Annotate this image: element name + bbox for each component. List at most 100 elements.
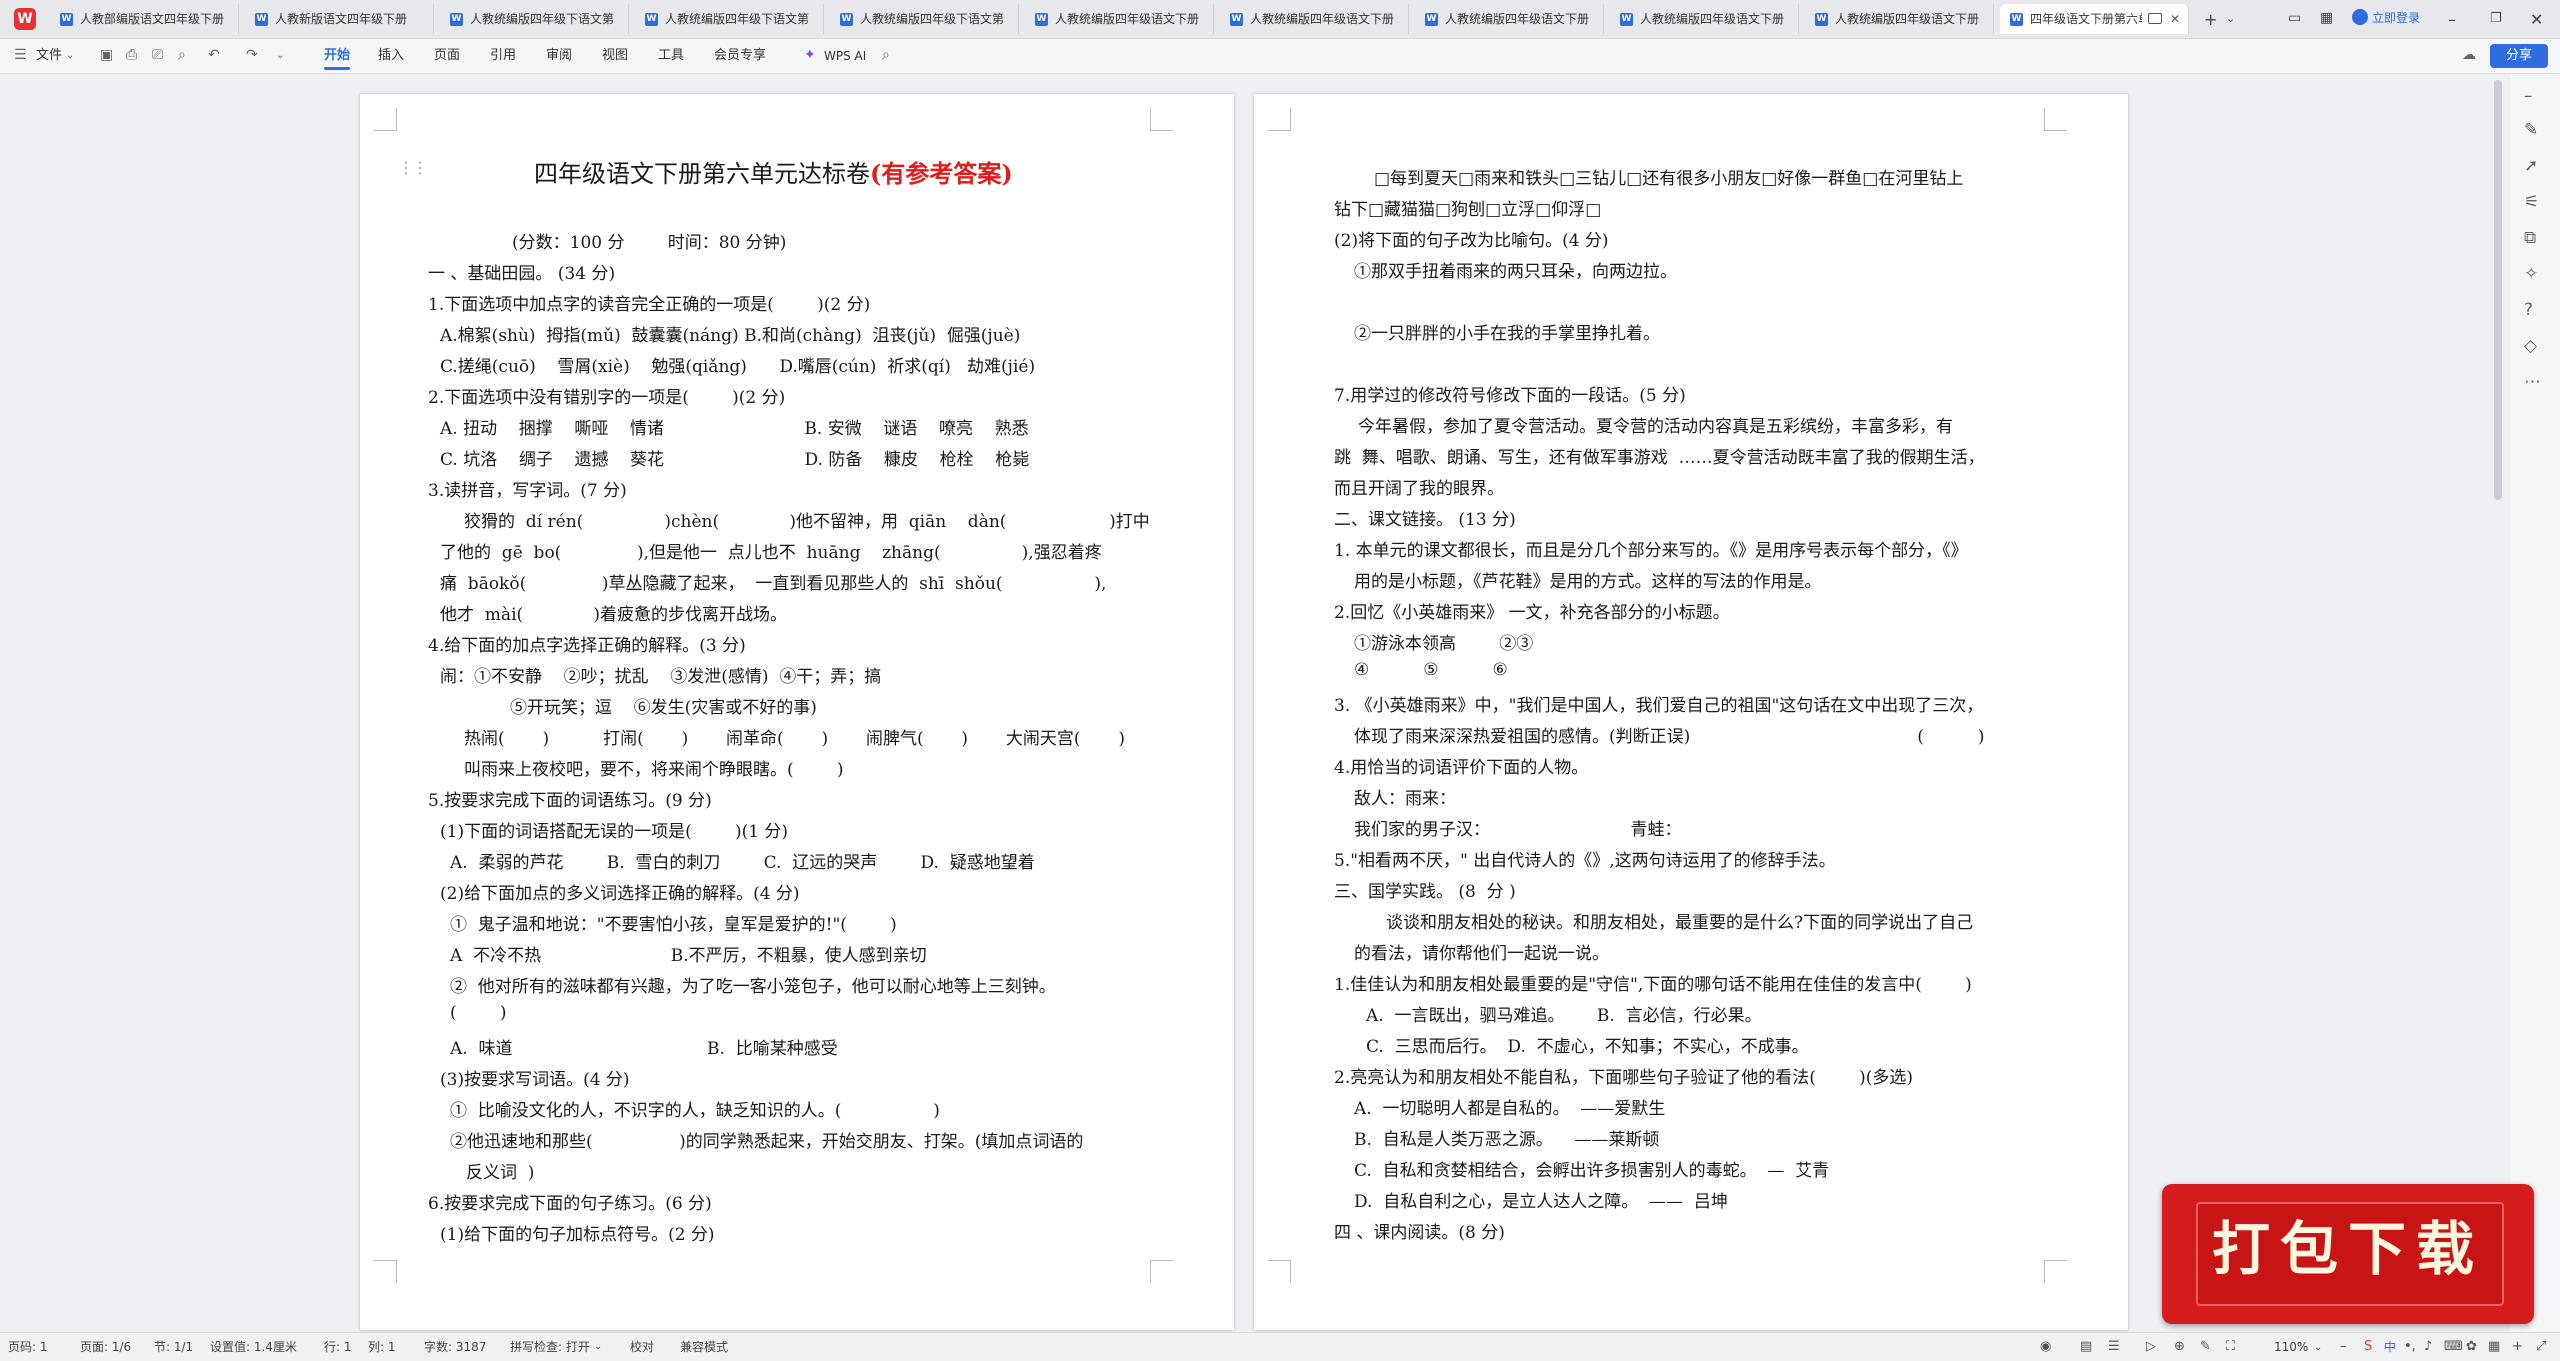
zoom-out-icon[interactable]: –	[2340, 1339, 2347, 1354]
page-view-icon[interactable]: ▤	[2080, 1339, 2092, 1354]
spellcheck-chevron-icon[interactable]: ⌄	[594, 1341, 602, 1352]
document-tab[interactable]: W 人教统编版四年级下语文第	[830, 4, 1019, 34]
document-tab[interactable]: W 人教新版语文四年级下册	[245, 4, 434, 34]
document-tab[interactable]: W 人教统编版四年级语文下册	[1415, 4, 1604, 34]
file-menu[interactable]: 文件	[36, 39, 62, 73]
tab-home[interactable]: 开始	[324, 39, 351, 73]
document-tab[interactable]: W 人教统编版四年级语文下册	[1805, 4, 1994, 34]
help-icon[interactable]: ?	[2524, 300, 2533, 320]
document-tab[interactable]: W 人教统编版四年级语文下册	[1220, 4, 1409, 34]
minimize-icon[interactable]: –	[2448, 10, 2456, 29]
ime-skin-icon[interactable]: ✿	[2466, 1339, 2477, 1354]
tab-view[interactable]: 视图	[602, 39, 628, 73]
tab-page[interactable]: 页面	[434, 39, 460, 73]
page-corner-mark	[1150, 108, 1173, 131]
pen-icon[interactable]: ✎	[2524, 120, 2538, 140]
undo-icon[interactable]: ↶	[208, 47, 220, 63]
share-button[interactable]: 分享	[2490, 44, 2548, 68]
menu-icon[interactable]: ☰	[14, 47, 27, 63]
document-page-1[interactable]: 四年级语文下册第六单元达标卷(有参考答案) (分数：100 分 时间：80 分钟…	[360, 94, 1234, 1330]
shapes-icon[interactable]: ◇	[2524, 336, 2537, 356]
ime-logo-icon[interactable]: S	[2364, 1339, 2372, 1354]
window-layout-icon[interactable]: ▭	[2288, 10, 2301, 26]
pointer-icon[interactable]: ➚	[2524, 156, 2538, 176]
print-icon[interactable]: ⎚	[152, 47, 163, 63]
wps-doc-icon: W	[1035, 13, 1048, 26]
print-preview-icon[interactable]: ⌕	[178, 47, 186, 63]
play-icon[interactable]: ▷	[2146, 1339, 2156, 1354]
adjust-icon[interactable]: ⚟	[2524, 192, 2539, 212]
document-line: 而且开阔了我的眼界。	[1334, 479, 1504, 499]
more-icon[interactable]: ⋯	[2524, 372, 2541, 392]
document-line: ② 他对所有的滋味都有兴趣，为了吃一客小笼包子，他可以耐心地等上三刻钟。	[450, 977, 1056, 997]
save-icon[interactable]: ▣	[100, 47, 113, 63]
tab-member[interactable]: 会员专享	[714, 39, 766, 73]
collapse-icon[interactable]: –	[2524, 86, 2533, 106]
document-tab[interactable]: W 人教统编版四年级下语文第	[440, 4, 629, 34]
wps-logo-icon[interactable]: W	[14, 8, 36, 30]
eye-protect-icon[interactable]: ◉	[2040, 1339, 2051, 1354]
status-pages[interactable]: 页面: 1/6	[80, 1333, 131, 1361]
ime-punct-icon[interactable]: •,	[2404, 1339, 2416, 1354]
document-line: 我们家的男子汉： 青蛙：	[1354, 820, 1682, 840]
edit-view-icon[interactable]: ✎	[2200, 1339, 2211, 1354]
tab-tools[interactable]: 工具	[658, 39, 684, 73]
status-proof[interactable]: 校对	[630, 1333, 654, 1361]
document-line: 热闹( ) 打闹( ) 闹革命( ) 闹脾气( ) 大闹天宫( )	[464, 729, 1125, 749]
document-tab[interactable]: W 四年级语文下册第六单元 ✕	[2000, 4, 2189, 34]
new-tab-plus-icon[interactable]: +	[2204, 10, 2217, 29]
tab-close-icon[interactable]: ✕	[2170, 4, 2180, 34]
tab-label: 人教部编版语文四年级下册	[80, 12, 225, 26]
tab-reference[interactable]: 引用	[490, 39, 516, 73]
status-setting[interactable]: 设置值: 1.4厘米	[210, 1333, 297, 1361]
ime-keyboard-icon[interactable]: ⌨	[2444, 1339, 2463, 1354]
more-chevron-icon[interactable]: ⌄	[276, 50, 284, 61]
tab-list-chevron-icon[interactable]: ⌄	[2226, 12, 2235, 25]
document-line: 3. 《小英雄雨来》中，"我们是中国人，我们爱自己的祖国"这句话在文中出现了三次…	[1334, 696, 1984, 716]
restore-window-icon[interactable]: ❐	[2490, 11, 2502, 26]
cloud-sync-icon[interactable]: ☁	[2462, 47, 2476, 63]
ime-menu-icon[interactable]: ▦	[2488, 1339, 2500, 1354]
fit-width-icon[interactable]: ⤢	[2536, 1339, 2546, 1354]
drag-handle-icon[interactable]: ⋮⋮	[398, 158, 428, 177]
status-words[interactable]: 字数: 3187	[424, 1333, 486, 1361]
monitor-icon[interactable]	[2148, 13, 2162, 24]
download-banner[interactable]: 打包下载	[2162, 1184, 2534, 1324]
reading-view-icon[interactable]: ⛶	[2226, 1339, 2235, 1354]
tab-review[interactable]: 审阅	[546, 39, 572, 73]
export-pdf-icon[interactable]: ⎙	[126, 47, 137, 63]
document-tab[interactable]: W 人教统编版四年级语文下册	[1610, 4, 1799, 34]
web-view-icon[interactable]: ⊕	[2174, 1339, 2185, 1354]
document-page-2[interactable]: □每到夏天□雨来和铁头□三钻儿□还有很多小朋友□好像一群鱼□在河里钻上 钻下□藏猫…	[1254, 94, 2128, 1330]
file-chevron-icon[interactable]: ⌄	[66, 50, 74, 61]
outline-view-icon[interactable]: ☰	[2108, 1339, 2120, 1354]
ime-mic-icon[interactable]: ♪	[2424, 1339, 2432, 1354]
image-icon[interactable]: ⧉	[2524, 228, 2536, 248]
status-page[interactable]: 页码: 1	[8, 1333, 48, 1361]
zoom-in-icon[interactable]: +	[2512, 1339, 2523, 1354]
tab-insert[interactable]: 插入	[378, 39, 404, 73]
ime-language[interactable]: 中	[2384, 1333, 2396, 1361]
close-window-icon[interactable]: ✕	[2530, 10, 2543, 29]
wps-ai-button[interactable]: WPS AI	[824, 39, 866, 73]
document-tab[interactable]: W 人教统编版四年级下语文第	[635, 4, 824, 34]
document-tab[interactable]: W 人教统编版四年级语文下册	[1025, 4, 1214, 34]
vertical-scrollbar[interactable]	[2494, 80, 2502, 500]
search-icon[interactable]: ⌕	[882, 47, 890, 63]
wps-doc-icon: W	[1815, 13, 1828, 26]
zoom-chevron-icon[interactable]: ⌄	[2314, 1342, 2322, 1353]
status-row[interactable]: 行: 1	[324, 1333, 352, 1361]
status-compat[interactable]: 兼容模式	[680, 1333, 728, 1361]
status-col[interactable]: 列: 1	[368, 1333, 396, 1361]
status-spellcheck[interactable]: 拼写检查: 打开	[510, 1333, 590, 1361]
document-line: 四 、课内阅读。(8 分)	[1334, 1223, 1505, 1243]
document-line: A.棉絮(shù) 拇指(mǔ) 鼓囊囊(náng) B.和尚(chàng) 沮…	[440, 326, 1021, 346]
magic-icon[interactable]: ✧	[2524, 264, 2538, 284]
grid-apps-icon[interactable]: ▦	[2320, 10, 2333, 26]
zoom-level[interactable]: 110%	[2274, 1333, 2308, 1361]
redo-icon[interactable]: ↷	[246, 47, 258, 63]
wps-doc-icon: W	[1230, 13, 1243, 26]
document-tab[interactable]: W 人教部编版语文四年级下册	[50, 4, 239, 34]
status-section[interactable]: 节: 1/1	[154, 1333, 193, 1361]
login-link[interactable]: 立即登录	[2352, 9, 2420, 26]
